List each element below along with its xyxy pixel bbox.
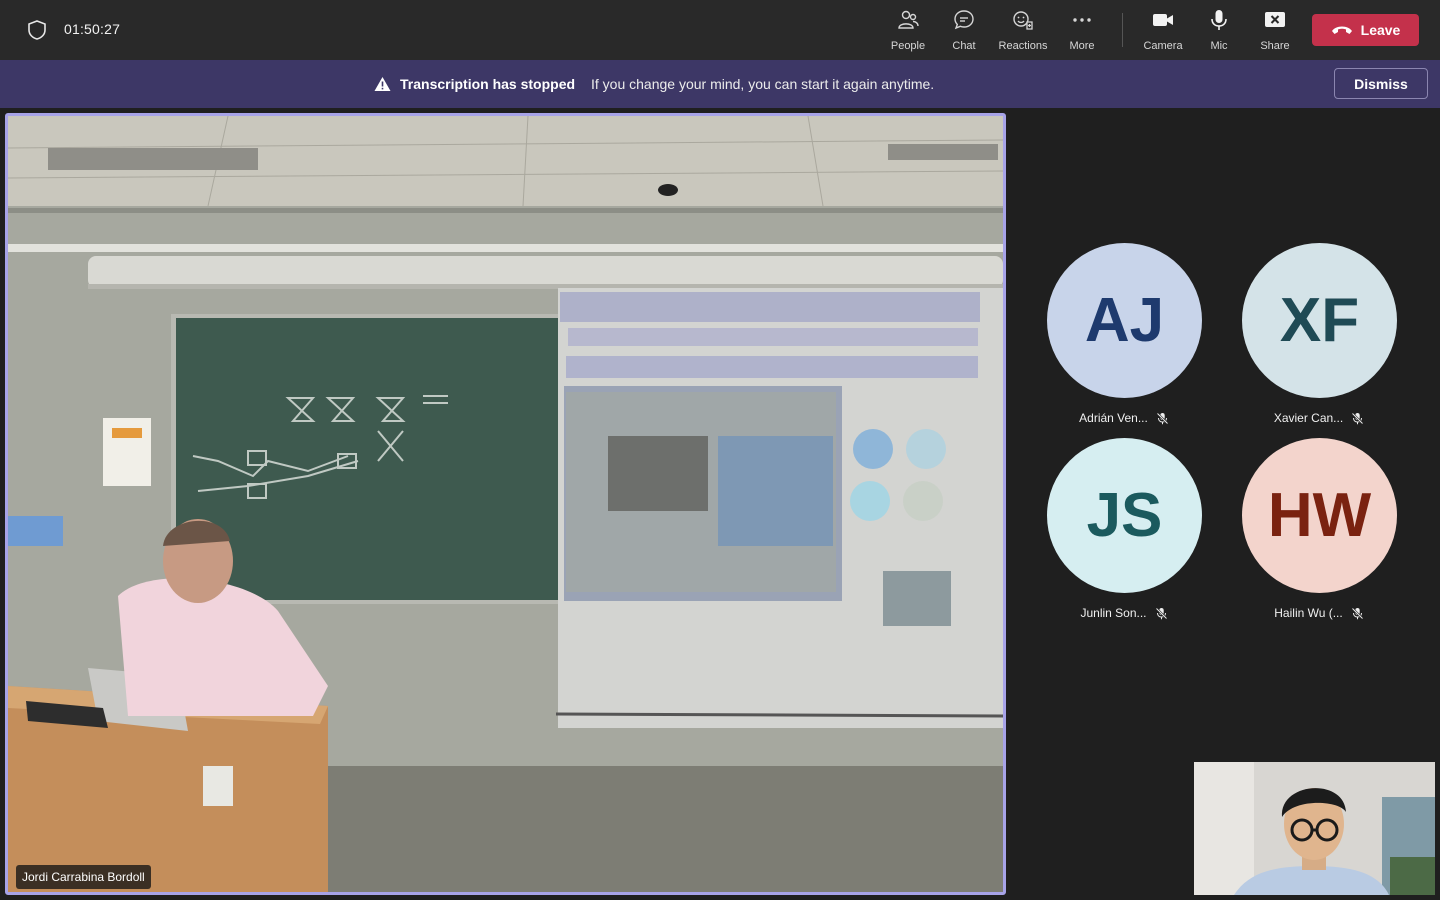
more-label: More xyxy=(1069,40,1095,52)
camera-icon xyxy=(1153,14,1173,26)
more-button[interactable]: More xyxy=(1066,8,1098,54)
transcription-banner: Transcription has stopped If you change … xyxy=(0,60,1440,108)
camera-label: Camera xyxy=(1143,40,1183,52)
chat-button[interactable]: Chat xyxy=(948,8,980,54)
participant-tile[interactable]: HW Hailin Wu (... xyxy=(1234,438,1404,633)
chat-label: Chat xyxy=(952,40,976,52)
share-button[interactable]: Share xyxy=(1256,8,1294,54)
self-view-feed xyxy=(1194,762,1435,895)
participant-tile[interactable]: AJ Adrián Ven... xyxy=(1039,243,1209,438)
participant-name-row: Hailin Wu (... xyxy=(1234,606,1404,620)
participant-name: Junlin Son... xyxy=(1080,606,1147,620)
participant-name-row: Junlin Son... xyxy=(1039,606,1209,620)
shield-icon[interactable] xyxy=(26,19,48,41)
meeting-toolbar: 01:50:27 People Chat Reactions More Came… xyxy=(0,0,1440,60)
toolbar-divider xyxy=(1122,13,1123,47)
more-icon xyxy=(1073,18,1091,22)
participant-tile[interactable]: JS Junlin Son... xyxy=(1039,438,1209,633)
participant-name-row: Xavier Can... xyxy=(1234,411,1404,425)
warning-icon xyxy=(374,77,391,91)
mic-off-icon xyxy=(1156,412,1169,424)
participant-tile[interactable]: XF Xavier Can... xyxy=(1234,243,1404,438)
leave-button[interactable]: Leave xyxy=(1312,14,1419,46)
self-view-video[interactable] xyxy=(1194,762,1435,895)
reactions-button[interactable]: Reactions xyxy=(996,8,1050,54)
main-video-tile[interactable]: Jordi Carrabina Bordoll xyxy=(5,113,1006,895)
participant-name: Adrián Ven... xyxy=(1079,411,1148,425)
participant-avatar: JS xyxy=(1047,438,1202,593)
reactions-label: Reactions xyxy=(998,40,1048,52)
participant-avatar: AJ xyxy=(1047,243,1202,398)
banner-message: If you change your mind, you can start i… xyxy=(591,76,935,92)
mic-icon xyxy=(1211,10,1227,30)
reactions-icon xyxy=(1013,11,1033,30)
participant-name: Hailin Wu (... xyxy=(1274,606,1343,620)
phone-hangup-icon xyxy=(1331,26,1352,34)
speaker-name-tag: Jordi Carrabina Bordoll xyxy=(16,865,151,889)
mic-off-icon xyxy=(1351,412,1364,424)
video-feed-classroom xyxy=(8,116,1003,892)
mic-button[interactable]: Mic xyxy=(1206,8,1232,54)
banner-title: Transcription has stopped xyxy=(400,76,576,92)
mic-off-icon xyxy=(1351,607,1364,619)
participant-avatar: XF xyxy=(1242,243,1397,398)
share-icon xyxy=(1265,12,1285,27)
mic-off-icon xyxy=(1155,607,1167,619)
camera-button[interactable]: Camera xyxy=(1142,8,1184,54)
share-label: Share xyxy=(1260,40,1290,52)
dismiss-button[interactable]: Dismiss xyxy=(1334,68,1428,99)
leave-label: Leave xyxy=(1360,22,1401,38)
people-icon xyxy=(898,10,919,29)
meeting-timer: 01:50:27 xyxy=(64,21,121,37)
participant-name-row: Adrián Ven... xyxy=(1039,411,1209,425)
participant-avatar: HW xyxy=(1242,438,1397,593)
people-button[interactable]: People xyxy=(890,8,926,54)
participant-name: Xavier Can... xyxy=(1273,411,1344,425)
mic-label: Mic xyxy=(1210,40,1228,52)
people-label: People xyxy=(890,40,926,52)
chat-icon xyxy=(954,10,974,30)
